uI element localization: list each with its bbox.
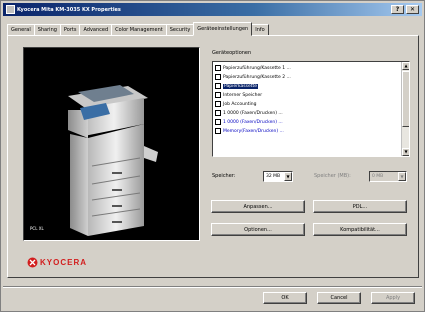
list-item[interactable]: 1 0000 (Faxen/Drucken) ...: [215, 118, 283, 126]
pdl-button[interactable]: PDL...: [313, 200, 407, 213]
checkbox-icon[interactable]: [215, 92, 221, 98]
cancel-button[interactable]: Cancel: [317, 292, 361, 304]
list-item[interactable]: Papierzuführung/Kassette 2 ...: [215, 73, 291, 81]
tab-device-settings[interactable]: Geräteeinstellungen: [193, 22, 253, 36]
list-item[interactable]: 1 0000 (Faxen/Drucken) ...: [215, 109, 283, 117]
printer-icon: [6, 5, 15, 14]
checkbox-icon[interactable]: [215, 65, 221, 71]
list-item[interactable]: Papierzuführung/Kassette 1 ...: [215, 64, 291, 72]
scroll-down-icon[interactable]: ▼: [402, 148, 409, 156]
checkbox-icon[interactable]: [215, 128, 221, 134]
list-item-selected[interactable]: Papierkassette: [215, 82, 259, 90]
help-button[interactable]: ?: [391, 5, 404, 14]
printer-preview: PCL XL: [23, 47, 200, 241]
memory-label: Speicher:: [212, 173, 236, 179]
tab-strip: General Sharing Ports Advanced Color Man…: [7, 22, 269, 36]
window-title: Kyocera Mita KM-3035 KX Properties: [17, 6, 121, 13]
checkbox-icon[interactable]: [215, 101, 221, 107]
kyocera-logo: KYOCERA: [27, 257, 87, 268]
checkbox-icon[interactable]: [215, 74, 221, 80]
compatibility-button[interactable]: Kompatibilität...: [313, 223, 407, 236]
ok-button[interactable]: OK: [263, 292, 307, 304]
memory-mb-label: Speicher (MB):: [314, 173, 351, 179]
customize-button[interactable]: Anpassen...: [211, 200, 305, 213]
brand-wordmark: KYOCERA: [40, 258, 88, 267]
chevron-down-icon[interactable]: ▼: [284, 172, 292, 181]
footer-divider: [3, 286, 422, 288]
printer-illustration: [68, 85, 158, 236]
checkbox-icon[interactable]: [215, 83, 221, 89]
options-button[interactable]: Optionen...: [211, 223, 305, 236]
chevron-down-icon: ▼: [398, 172, 406, 181]
properties-window: Kyocera Mita KM-3035 KX Properties ? ✕ G…: [0, 0, 425, 312]
scroll-thumb[interactable]: [402, 71, 409, 127]
close-button[interactable]: ✕: [406, 5, 419, 14]
list-scrollbar[interactable]: ▲ ▼: [401, 62, 409, 156]
list-item[interactable]: Interner Speicher: [215, 91, 262, 99]
kyocera-mark-icon: [27, 257, 38, 268]
memory-select[interactable]: 32 MB ▼: [263, 171, 293, 182]
scroll-up-icon[interactable]: ▲: [402, 62, 409, 70]
checkbox-icon[interactable]: [215, 119, 221, 125]
device-options-list[interactable]: Papierzuführung/Kassette 1 ... Papierzuf…: [212, 61, 410, 157]
pdl-caption: PCL XL: [30, 226, 44, 231]
memory-mb-select: 0 MB ▼: [369, 171, 407, 182]
device-options-label: Geräteoptionen: [212, 50, 252, 56]
checkbox-icon[interactable]: [215, 110, 221, 116]
list-item[interactable]: Job Accounting: [215, 100, 257, 108]
title-bar[interactable]: Kyocera Mita KM-3035 KX Properties ? ✕: [3, 3, 422, 16]
list-item[interactable]: Memory(Faxen/Drucken) ...: [215, 127, 284, 135]
apply-button: Apply: [371, 292, 415, 304]
